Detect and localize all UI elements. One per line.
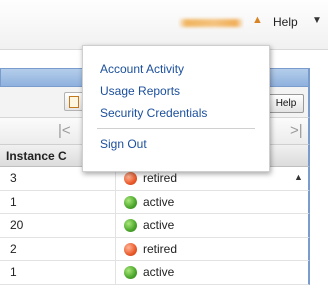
status-retired-icon (124, 172, 137, 185)
caret-up-icon[interactable]: ▲ (252, 14, 263, 26)
account-name-link[interactable] (178, 16, 244, 30)
last-page-icon[interactable]: >| (290, 122, 303, 139)
document-icon (69, 96, 79, 108)
column-header-instance-count[interactable]: Instance C (6, 149, 67, 163)
status-active-icon (124, 195, 137, 209)
instance-count-cell: 3 (10, 171, 17, 185)
table-row[interactable]: 1 active (0, 190, 310, 214)
top-header: ▲ Help ▼ (0, 0, 328, 50)
menu-item-account-activity[interactable]: Account Activity (100, 62, 184, 76)
export-button[interactable] (64, 92, 84, 111)
toolbar-help-button[interactable]: Help (268, 94, 304, 113)
table-row[interactable]: 2 retired (0, 237, 310, 261)
instance-count-cell: 2 (10, 241, 17, 256)
column-divider (115, 214, 116, 238)
table-row[interactable]: 20 active (0, 214, 310, 238)
menu-divider (97, 128, 255, 129)
help-menu-link[interactable]: Help (273, 15, 298, 29)
status-cell: active (143, 194, 175, 209)
instance-count-cell: 1 (10, 265, 17, 279)
column-divider (115, 237, 116, 261)
table-row[interactable]: 1 active (0, 261, 310, 285)
status-cell: retired (143, 171, 178, 185)
first-page-icon[interactable]: |< (58, 122, 71, 139)
status-retired-icon (124, 242, 137, 256)
instance-count-cell: 20 (10, 218, 24, 232)
account-dropdown-menu: Account Activity Usage Reports Security … (82, 45, 270, 172)
caret-down-icon[interactable]: ▼ (312, 15, 322, 26)
status-cell: active (143, 218, 175, 232)
column-divider (115, 261, 116, 285)
scroll-up-arrow-icon[interactable]: ▲ (294, 172, 303, 182)
menu-item-security-credentials[interactable]: Security Credentials (100, 106, 207, 120)
status-active-icon (124, 219, 137, 232)
status-active-icon (124, 266, 137, 279)
status-cell: active (143, 265, 175, 279)
status-cell: retired (143, 241, 178, 256)
menu-item-usage-reports[interactable]: Usage Reports (100, 84, 180, 98)
column-divider (115, 190, 116, 214)
account-name-redaction (178, 19, 244, 27)
instance-count-cell: 1 (10, 194, 17, 209)
menu-item-sign-out[interactable]: Sign Out (100, 137, 147, 151)
